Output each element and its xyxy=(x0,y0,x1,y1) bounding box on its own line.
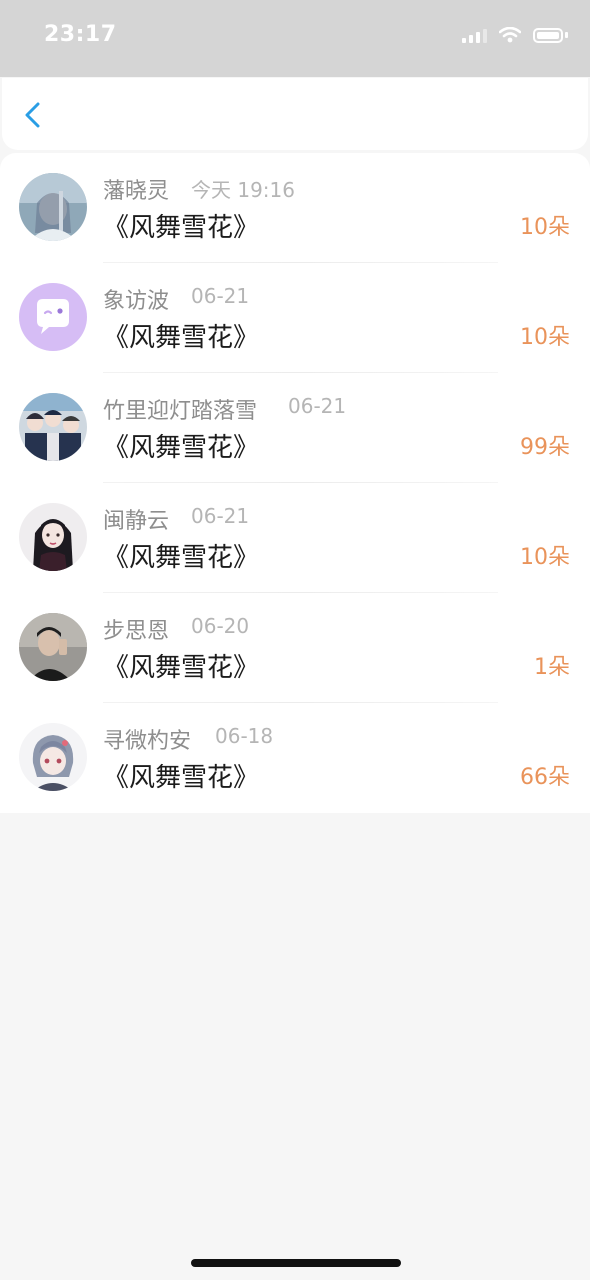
home-indicator[interactable] xyxy=(191,1259,401,1267)
avatar[interactable] xyxy=(19,613,87,681)
send-date: 06-20 xyxy=(191,614,250,638)
gift-amount: 99朵 xyxy=(520,435,570,460)
cellular-signal-icon xyxy=(462,27,487,43)
send-date: 06-21 xyxy=(288,394,347,418)
gift-name: 《风舞雪花》 xyxy=(103,543,260,573)
sender-name: 步思恩 xyxy=(103,619,170,644)
avatar[interactable] xyxy=(19,723,87,791)
status-time: 23:17 xyxy=(44,22,117,47)
status-icons xyxy=(462,27,568,43)
gift-name: 《风舞雪花》 xyxy=(103,653,260,683)
gift-amount: 10朵 xyxy=(520,325,570,350)
list-item[interactable]: 寻微杓安 06-18 《风舞雪花》 66朵 xyxy=(0,703,590,813)
list-item[interactable]: 竹里迎灯踏落雪 06-21 《风舞雪花》 99朵 xyxy=(0,373,590,483)
status-bar: 23:17 xyxy=(0,0,590,77)
wifi-icon xyxy=(499,27,521,43)
back-button[interactable] xyxy=(18,100,48,130)
avatar[interactable] xyxy=(19,503,87,571)
sender-name: 竹里迎灯踏落雪 xyxy=(103,399,258,424)
gift-amount: 10朵 xyxy=(520,545,570,570)
send-date: 06-21 xyxy=(191,504,250,528)
gift-amount: 10朵 xyxy=(520,215,570,240)
list-item[interactable]: 闽静云 06-21 《风舞雪花》 10朵 xyxy=(0,483,590,593)
list-item[interactable]: 藩晓灵 今天 19:16 《风舞雪花》 10朵 xyxy=(0,153,590,263)
gift-name: 《风舞雪花》 xyxy=(103,433,260,463)
avatar[interactable] xyxy=(19,393,87,461)
avatar[interactable] xyxy=(19,283,87,351)
nav-bar xyxy=(2,78,588,150)
sender-name: 藩晓灵 xyxy=(103,179,170,204)
send-date: 06-18 xyxy=(215,724,274,748)
gift-amount: 66朵 xyxy=(520,765,570,790)
sender-name: 闽静云 xyxy=(103,509,170,534)
gift-name: 《风舞雪花》 xyxy=(103,213,260,243)
gift-list: 藩晓灵 今天 19:16 《风舞雪花》 10朵 象访波 06-21 《风舞雪花》… xyxy=(0,153,590,813)
list-item[interactable]: 步思恩 06-20 《风舞雪花》 1朵 xyxy=(0,593,590,703)
list-item[interactable]: 象访波 06-21 《风舞雪花》 10朵 xyxy=(0,263,590,373)
avatar[interactable] xyxy=(19,173,87,241)
gift-amount: 1朵 xyxy=(534,655,570,680)
gift-name: 《风舞雪花》 xyxy=(103,763,260,793)
sender-name: 象访波 xyxy=(103,289,170,314)
send-date: 今天 19:16 xyxy=(191,178,295,202)
sender-name: 寻微杓安 xyxy=(103,729,192,754)
send-date: 06-21 xyxy=(191,284,250,308)
battery-icon xyxy=(533,27,568,43)
gift-name: 《风舞雪花》 xyxy=(103,323,260,353)
